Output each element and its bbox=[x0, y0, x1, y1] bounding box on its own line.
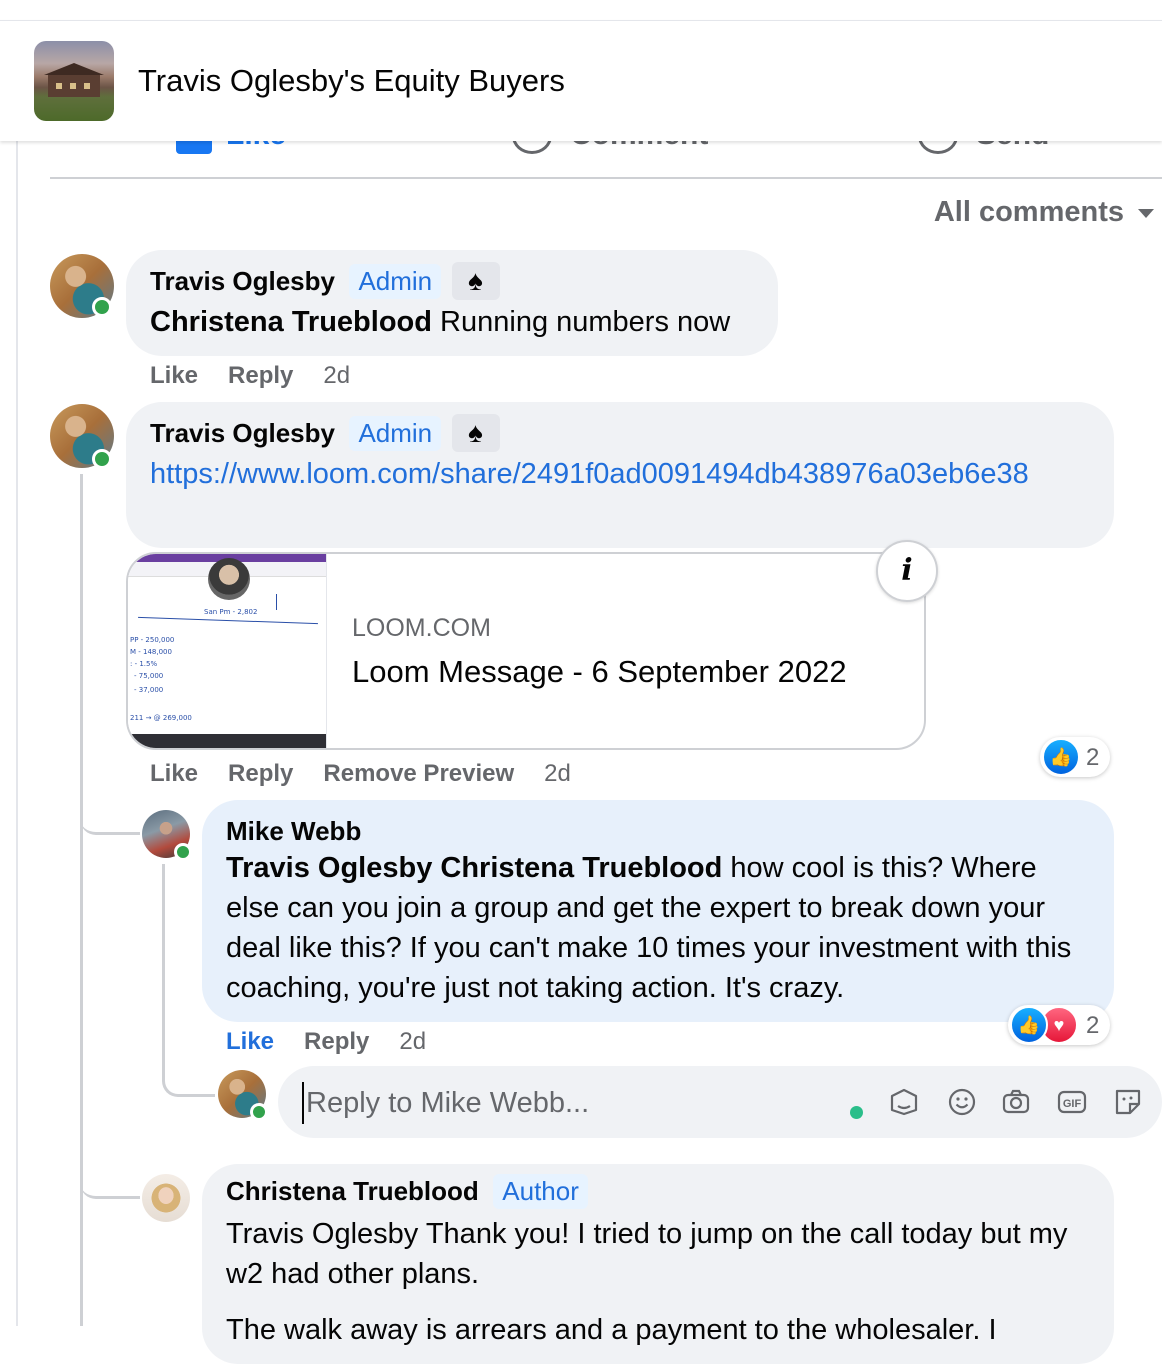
remove-preview-link[interactable]: Remove Preview bbox=[323, 760, 514, 787]
timestamp[interactable]: 2d bbox=[544, 760, 571, 787]
group-thumbnail[interactable] bbox=[34, 41, 114, 121]
comment-author[interactable]: Travis Oglesby bbox=[150, 266, 335, 296]
reaction-count: 2 bbox=[1086, 744, 1100, 771]
send-icon bbox=[918, 140, 958, 155]
reaction-summary[interactable]: 👍 2 bbox=[1040, 737, 1110, 777]
spade-icon: ♠ bbox=[451, 414, 500, 452]
reply-author[interactable]: Mike Webb bbox=[226, 816, 361, 847]
send-action[interactable]: Send bbox=[918, 140, 1049, 155]
thread-connector bbox=[162, 1054, 215, 1097]
admin-badge: Admin bbox=[349, 264, 442, 299]
house-image bbox=[44, 63, 104, 97]
webcam-bubble bbox=[208, 558, 250, 600]
group-title[interactable]: Travis Oglesby's Equity Buyers bbox=[138, 63, 565, 99]
comment-text: Christena Trueblood Running numbers now bbox=[150, 306, 731, 338]
reply-link[interactable]: Reply bbox=[304, 1028, 369, 1055]
camera-icon[interactable] bbox=[1000, 1086, 1032, 1118]
thread-connector bbox=[80, 1150, 140, 1199]
comment-sort-dropdown[interactable]: All comments bbox=[934, 196, 1154, 229]
comment-link[interactable]: https://www.loom.com/share/2491f0ad00914… bbox=[150, 454, 1080, 494]
online-indicator bbox=[250, 1103, 268, 1121]
sticker-icon[interactable] bbox=[1112, 1086, 1144, 1118]
thread-line bbox=[162, 864, 165, 1054]
author-badge: Author bbox=[493, 1174, 588, 1209]
avatar-sticker-icon[interactable] bbox=[888, 1086, 920, 1118]
comment-bubble: Travis Oglesby Admin ♠ https://www.loom.… bbox=[126, 402, 1114, 548]
timestamp[interactable]: 2d bbox=[323, 362, 350, 389]
video-thumbnail: San Pm - 2,802 PP - 250,000 M - 148,000 … bbox=[128, 554, 327, 748]
svg-text:GIF: GIF bbox=[1063, 1098, 1082, 1110]
info-icon[interactable]: i bbox=[876, 540, 938, 602]
reaction-summary[interactable]: 👍 ♥ 2 bbox=[1008, 1005, 1110, 1045]
post-action-bar: Like Comment Send bbox=[50, 140, 1162, 179]
comment-author[interactable]: Travis Oglesby bbox=[150, 418, 335, 448]
reply-actions: Like Reply 2d bbox=[226, 1028, 456, 1056]
comment-bubble: Travis Oglesby Admin ♠ Christena Trueblo… bbox=[126, 250, 778, 356]
emoji-icon[interactable] bbox=[946, 1086, 978, 1118]
like-link[interactable]: Like bbox=[226, 1028, 274, 1055]
reply-link[interactable]: Reply bbox=[228, 362, 293, 389]
reply-link[interactable]: Reply bbox=[228, 760, 293, 787]
mention[interactable]: Travis Oglesby Christena Trueblood bbox=[226, 852, 722, 884]
comment-actions: Like Reply Remove Preview 2d bbox=[150, 760, 601, 788]
like-reaction-icon: 👍 bbox=[1042, 738, 1080, 776]
thread-line bbox=[80, 474, 83, 1326]
preview-title[interactable]: Loom Message - 6 September 2022 bbox=[352, 654, 847, 690]
comment-bubble: Christena Trueblood Author Travis Oglesb… bbox=[202, 1164, 1114, 1364]
comment-text: Travis Oglesby Thank you! I tried to jum… bbox=[226, 1218, 1068, 1290]
mention[interactable]: Christena Trueblood bbox=[150, 306, 432, 338]
link-preview-card[interactable]: San Pm - 2,802 PP - 250,000 M - 148,000 … bbox=[126, 552, 926, 750]
comment-text: The walk away is arrears and a payment t… bbox=[226, 1314, 997, 1346]
like-link[interactable]: Like bbox=[150, 362, 198, 389]
online-indicator bbox=[92, 449, 112, 469]
online-indicator bbox=[92, 297, 112, 317]
comment-icon bbox=[512, 140, 552, 155]
reaction-count: 2 bbox=[1086, 1012, 1100, 1039]
comment-actions: Like Reply 2d bbox=[150, 362, 380, 390]
like-icon bbox=[176, 140, 212, 155]
group-header: Travis Oglesby's Equity Buyers bbox=[0, 20, 1162, 141]
avatar[interactable] bbox=[142, 1174, 190, 1222]
like-action[interactable]: Like bbox=[176, 140, 286, 155]
caret-down-icon bbox=[1138, 208, 1154, 218]
status-dot bbox=[850, 1106, 863, 1119]
online-indicator bbox=[174, 843, 192, 861]
reply-bubble: Mike Webb Travis Oglesby Christena Trueb… bbox=[202, 800, 1114, 1022]
thread-connector bbox=[80, 790, 140, 835]
gif-icon[interactable]: GIF bbox=[1056, 1086, 1088, 1118]
reply-input[interactable] bbox=[302, 1082, 828, 1124]
spade-icon: ♠ bbox=[451, 262, 500, 300]
like-link[interactable]: Like bbox=[150, 760, 198, 787]
comment-author[interactable]: Christena Trueblood bbox=[226, 1176, 479, 1206]
reply-text: Travis Oglesby Christena Trueblood how c… bbox=[226, 852, 1072, 1004]
like-reaction-icon: 👍 bbox=[1010, 1006, 1048, 1044]
divider bbox=[16, 140, 18, 1326]
admin-badge: Admin bbox=[349, 416, 442, 451]
comment-action[interactable]: Comment bbox=[512, 140, 708, 155]
reply-composer: GIF bbox=[278, 1066, 1162, 1138]
timestamp[interactable]: 2d bbox=[399, 1028, 426, 1055]
preview-domain: LOOM.COM bbox=[352, 614, 491, 642]
